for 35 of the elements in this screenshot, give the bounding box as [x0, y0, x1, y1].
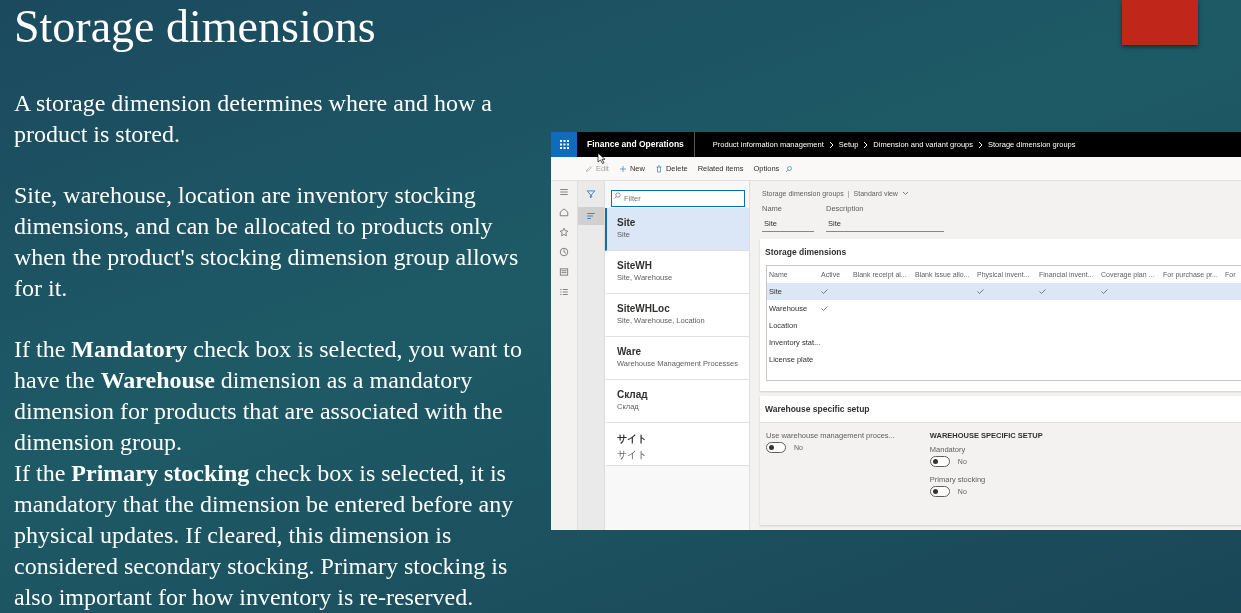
lines-icon[interactable]	[586, 211, 596, 221]
check-icon	[821, 289, 828, 294]
document-icon[interactable]	[559, 267, 569, 277]
chevron-icon	[828, 140, 834, 149]
chevron-icon	[901, 191, 909, 196]
plus-icon[interactable]	[618, 164, 627, 173]
slide-paragraph: Site, warehouse, location are inventory stocking dimensions, and can be allocated to products only when the product's stocking dimension group allows for it.	[14, 181, 520, 303]
app-launcher-button[interactable]	[551, 132, 577, 157]
grid-icon	[559, 140, 569, 149]
section-title: Storage dimensions	[764, 246, 848, 259]
toggle-switch[interactable]	[929, 486, 950, 497]
clock-icon[interactable]	[559, 247, 569, 257]
search-icon	[614, 192, 621, 199]
list-item[interactable]: サイト サイト	[605, 423, 749, 466]
toggle-switch[interactable]	[766, 442, 786, 453]
check-icon	[1039, 289, 1046, 294]
star-icon[interactable]	[559, 227, 569, 237]
menu-icon[interactable]	[559, 187, 569, 197]
home-icon[interactable]	[559, 207, 569, 217]
slide-title: Storage dimensions	[14, 2, 376, 52]
section-title: Warehouse specific setup	[764, 403, 871, 416]
filter-icon[interactable]	[586, 189, 596, 199]
slide-paragraph: If the Primary stocking check box is selected, it is mandatory that the dimension be entered before any physical updates. If cleared, this dimension is considered secondary stocking. Primary stocking is also important for how inventory is re-reserved.	[14, 459, 515, 612]
pane-tab[interactable]	[578, 207, 604, 225]
chevron-icon	[863, 140, 869, 149]
list-icon[interactable]	[559, 287, 569, 297]
toggle-switch[interactable]	[929, 456, 950, 467]
check-icon	[1101, 289, 1108, 294]
chevron-icon	[978, 140, 983, 149]
slide-paragraph: A storage dimension determines where and how a product is stored.	[14, 89, 493, 149]
slide-paragraph: If the Mandatory check box is selected, you want to have the Warehouse dimension as a mandatory dimension for products that are associated with the dimension group.	[14, 335, 523, 457]
search-icon[interactable]	[785, 164, 794, 173]
check-icon	[977, 289, 984, 294]
trash-icon[interactable]	[654, 164, 663, 173]
check-icon	[821, 306, 828, 311]
